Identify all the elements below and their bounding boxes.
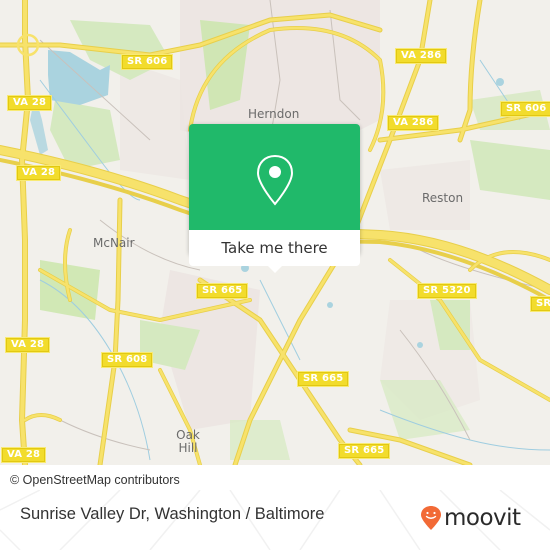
- road-shield-sr-665: SR 665: [338, 443, 391, 459]
- road-shield-va-28: VA 28: [1, 447, 47, 463]
- take-me-there-button[interactable]: Take me there: [189, 230, 360, 266]
- road-shield-va-28: VA 28: [16, 165, 62, 181]
- road-shield-sr-606: SR 606: [121, 54, 174, 70]
- place-label-oak-hill: Oak Hill: [176, 428, 200, 455]
- map[interactable]: Herndon Reston McNair Oak Hill SR 606 VA…: [0, 0, 550, 465]
- road-shield-va-286: VA 286: [387, 115, 440, 131]
- location-popup: Take me there: [189, 124, 360, 273]
- road-shield-sr-5320: SR 5320: [417, 283, 477, 299]
- popup-header: [189, 124, 360, 230]
- place-label-herndon: Herndon: [248, 107, 300, 121]
- road-shield-sr-665: SR 665: [297, 371, 350, 387]
- road-shield-va-28: VA 28: [5, 337, 51, 353]
- road-shield-sr-608: SR 608: [101, 352, 154, 368]
- road-shield-va-286: VA 286: [395, 48, 448, 64]
- moovit-wordmark: moovit: [444, 505, 521, 531]
- footer: Sunrise Valley Dr, Washington / Baltimor…: [0, 490, 550, 550]
- map-attribution[interactable]: © OpenStreetMap contributors: [0, 470, 188, 490]
- road-shield-va-28: VA 28: [7, 95, 53, 111]
- place-label-reston: Reston: [422, 191, 464, 205]
- popup-pointer: [267, 265, 283, 273]
- moovit-smiley-pin-icon: [421, 506, 441, 530]
- road-shield-sr: SR: [530, 296, 550, 312]
- road-shield-sr-606: SR 606: [500, 101, 550, 117]
- location-title: Sunrise Valley Dr, Washington / Baltimor…: [20, 505, 325, 523]
- moovit-logo[interactable]: moovit: [420, 505, 521, 531]
- map-pin-icon: [256, 154, 294, 206]
- place-label-mcnair: McNair: [93, 236, 135, 250]
- road-shield-sr-665: SR 665: [196, 283, 249, 299]
